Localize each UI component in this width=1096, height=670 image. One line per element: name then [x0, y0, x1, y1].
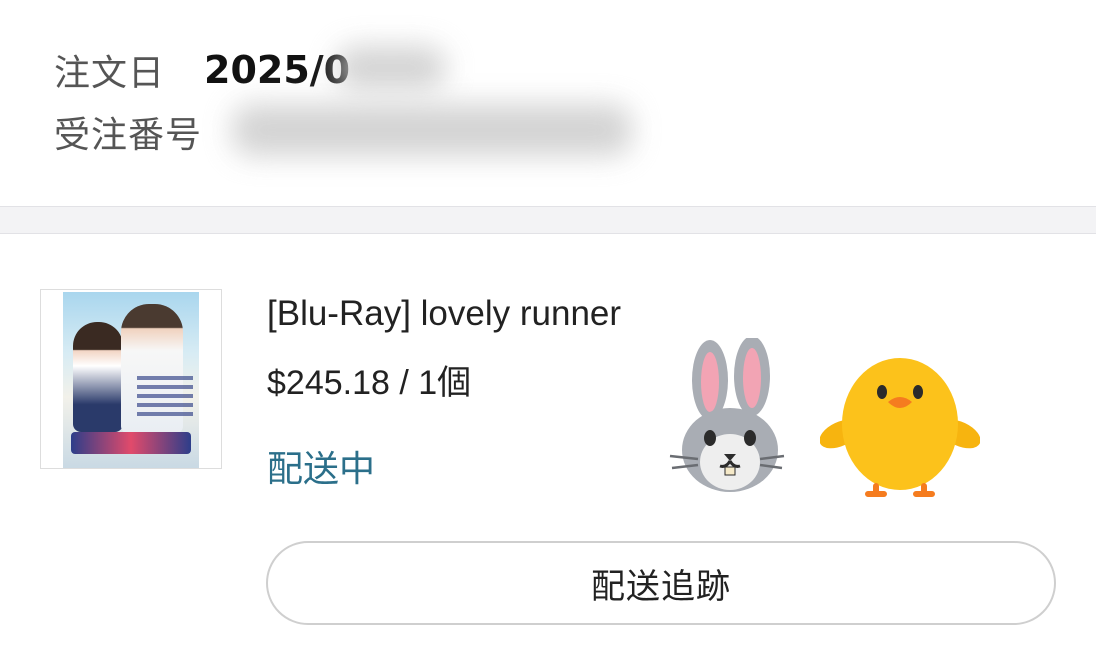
chick-icon	[820, 358, 980, 497]
product-name[interactable]: [Blu-Ray] lovely runner	[267, 294, 621, 334]
redacted-date-blur	[336, 46, 446, 90]
product-price-quantity: $245.18 / 1個	[267, 364, 472, 402]
order-date-value: 2025/0	[204, 48, 351, 92]
section-divider	[0, 206, 1096, 234]
order-date-row: 注文日 2025/0	[54, 42, 350, 98]
track-shipment-button[interactable]: 配送追跡	[266, 541, 1056, 625]
order-detail-page: 注文日 2025/0 受注番号 [Blu-Ray] lovely runner …	[0, 0, 1096, 670]
order-header: 注文日 2025/0 受注番号	[0, 0, 1096, 206]
rabbit-face-icon	[669, 338, 785, 492]
poster-figure	[73, 322, 123, 432]
product-thumbnail[interactable]	[40, 289, 222, 469]
order-date-label: 注文日	[54, 53, 166, 94]
redacted-order-number-blur	[232, 104, 632, 156]
product-poster-image	[63, 292, 199, 468]
order-number-row: 受注番号	[54, 104, 204, 160]
poster-title-logo	[71, 432, 191, 454]
order-number-label: 受注番号	[54, 115, 203, 156]
poster-text	[137, 376, 193, 420]
shipping-status: 配送中	[267, 449, 376, 490]
